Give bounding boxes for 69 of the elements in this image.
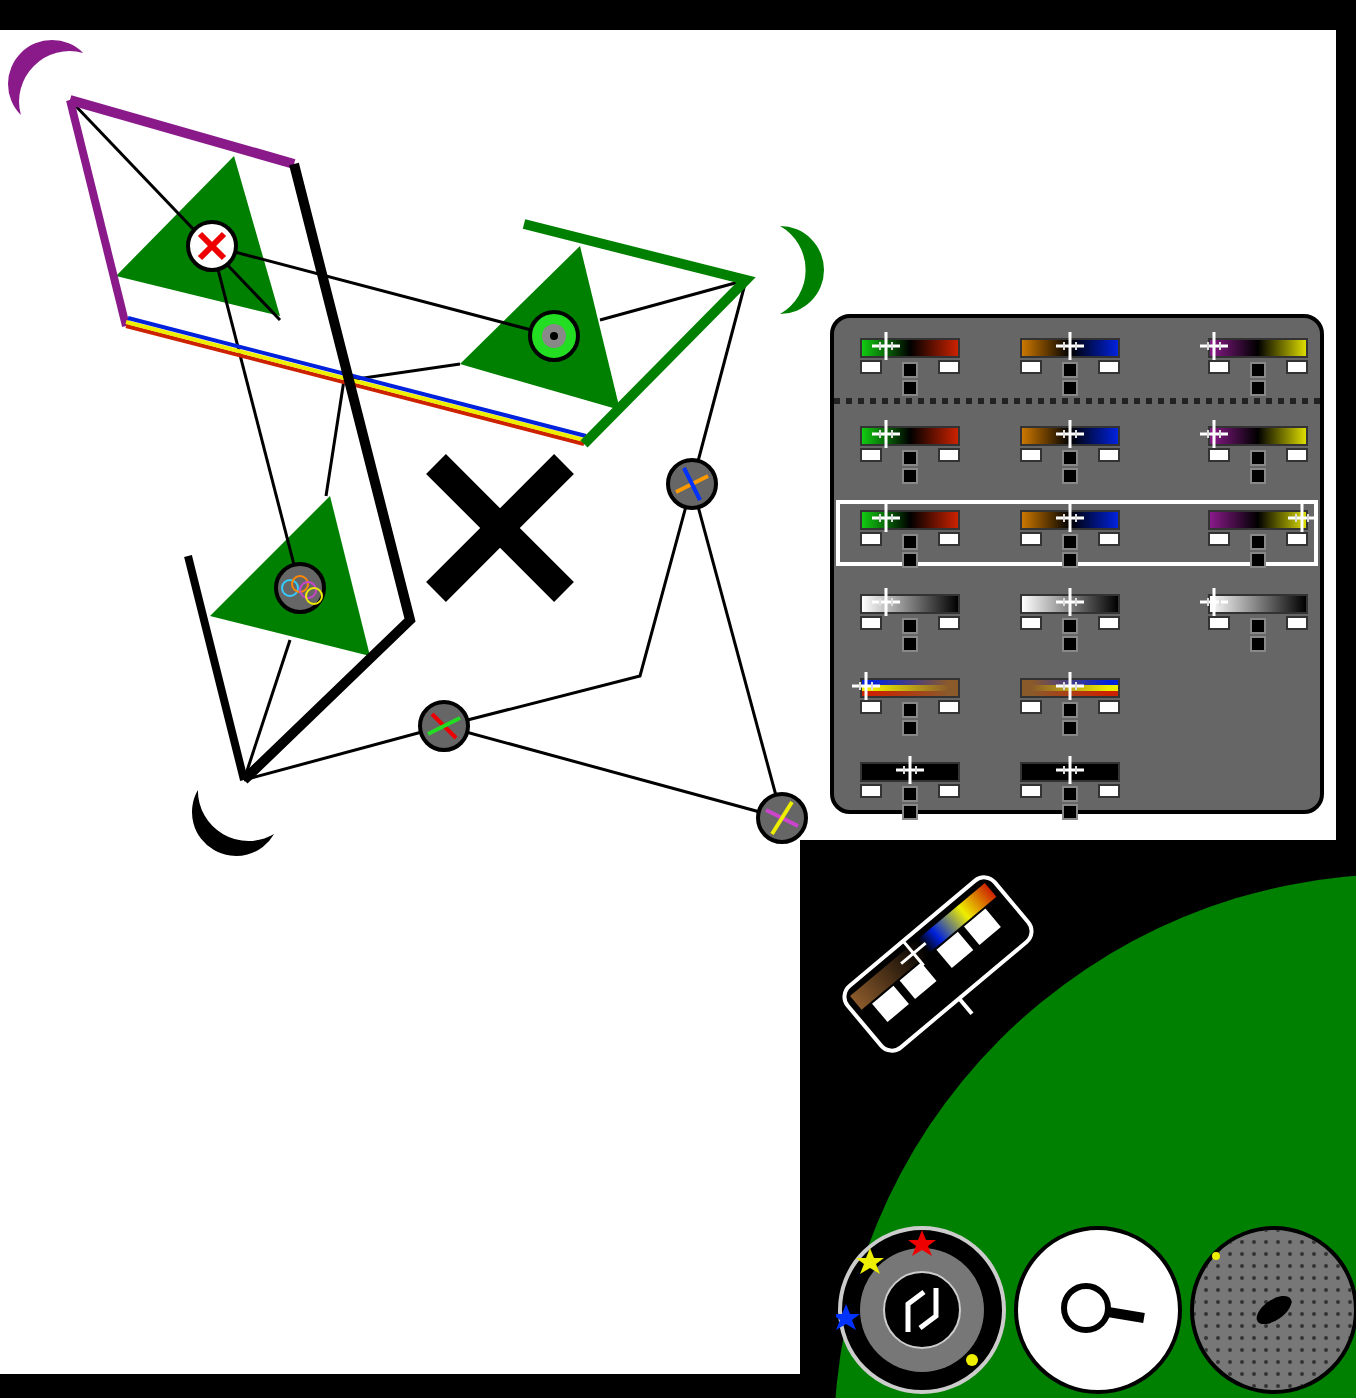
- crescent-handle[interactable]: [8, 40, 84, 116]
- gradient-bar[interactable]: [860, 338, 960, 358]
- slider-handle[interactable]: [1200, 588, 1229, 616]
- slider-handle[interactable]: [1056, 672, 1084, 700]
- stop-marker[interactable]: [1020, 700, 1042, 714]
- stop-marker[interactable]: [1286, 448, 1308, 462]
- stop-marker[interactable]: [1098, 532, 1120, 546]
- stop-marker[interactable]: [860, 700, 882, 714]
- stop-marker[interactable]: [860, 616, 882, 630]
- stop-marker[interactable]: [860, 784, 882, 798]
- stop-marker[interactable]: [938, 360, 960, 374]
- gradient-bar[interactable]: [1020, 426, 1120, 446]
- stop-marker[interactable]: [1098, 700, 1120, 714]
- crescent-handle[interactable]: [780, 226, 824, 314]
- stop-marker[interactable]: [1286, 532, 1308, 546]
- gradient-bar[interactable]: [1020, 594, 1120, 614]
- gradient-bar[interactable]: [860, 594, 960, 614]
- stop-marker[interactable]: [938, 700, 960, 714]
- stop-marker[interactable]: [860, 448, 882, 462]
- slider-handle[interactable]: [1200, 332, 1229, 360]
- slider-handle[interactable]: [1056, 756, 1084, 784]
- slider-handle[interactable]: [872, 420, 900, 448]
- stop-marker[interactable]: [1098, 784, 1120, 798]
- stop-marker[interactable]: [1020, 616, 1042, 630]
- connector-line: [349, 362, 461, 382]
- rotate-tool-button[interactable]: [836, 1224, 1008, 1396]
- stop-marker[interactable]: [1020, 448, 1042, 462]
- stop-marker[interactable]: [1098, 616, 1120, 630]
- selected-gradient-row[interactable]: [836, 500, 1318, 566]
- connector-line: [324, 379, 346, 497]
- scatter-tool-button[interactable]: [1188, 1224, 1356, 1396]
- slider-handle[interactable]: [1056, 332, 1084, 360]
- stop-marker[interactable]: [1208, 360, 1230, 374]
- slider-handle[interactable]: [1056, 588, 1084, 616]
- stop-marker[interactable]: [938, 616, 960, 630]
- stop-marker[interactable]: [1020, 784, 1042, 798]
- close-icon[interactable]: [422, 450, 578, 606]
- slider-handle[interactable]: [1200, 420, 1229, 448]
- stop-marker[interactable]: [938, 532, 960, 546]
- crescent-handle[interactable]: [192, 790, 275, 856]
- gradient-bar[interactable]: [860, 426, 960, 446]
- slider-handle[interactable]: [872, 504, 900, 532]
- slider-handle[interactable]: [872, 332, 900, 360]
- stop-marker[interactable]: [860, 360, 882, 374]
- stop-marker[interactable]: [938, 448, 960, 462]
- stop-marker[interactable]: [1286, 616, 1308, 630]
- stop-marker[interactable]: [1208, 616, 1230, 630]
- gradient-bar[interactable]: [1020, 678, 1120, 698]
- gradient-bar[interactable]: [1020, 510, 1120, 530]
- gradient-bar[interactable]: [1020, 762, 1120, 782]
- stop-marker[interactable]: [1020, 532, 1042, 546]
- stop-marker[interactable]: [860, 532, 882, 546]
- slider-handle[interactable]: [896, 756, 924, 784]
- stop-marker[interactable]: [1208, 448, 1230, 462]
- slider-handle[interactable]: [1287, 504, 1316, 532]
- stop-marker[interactable]: [1020, 360, 1042, 374]
- stop-marker[interactable]: [1208, 532, 1230, 546]
- stop-marker[interactable]: [1286, 360, 1308, 374]
- slider-handle[interactable]: [1056, 504, 1084, 532]
- slider-handle[interactable]: [852, 672, 881, 700]
- slider-handle[interactable]: [872, 588, 900, 616]
- slider-handle[interactable]: [1056, 420, 1084, 448]
- stop-marker[interactable]: [938, 784, 960, 798]
- stop-marker[interactable]: [1098, 448, 1120, 462]
- magnify-tool-button[interactable]: [1012, 1224, 1184, 1396]
- gradient-bar[interactable]: [860, 510, 960, 530]
- gradient-bar[interactable]: [1020, 338, 1120, 358]
- gradient-bar[interactable]: [860, 762, 960, 782]
- stop-marker[interactable]: [1098, 360, 1120, 374]
